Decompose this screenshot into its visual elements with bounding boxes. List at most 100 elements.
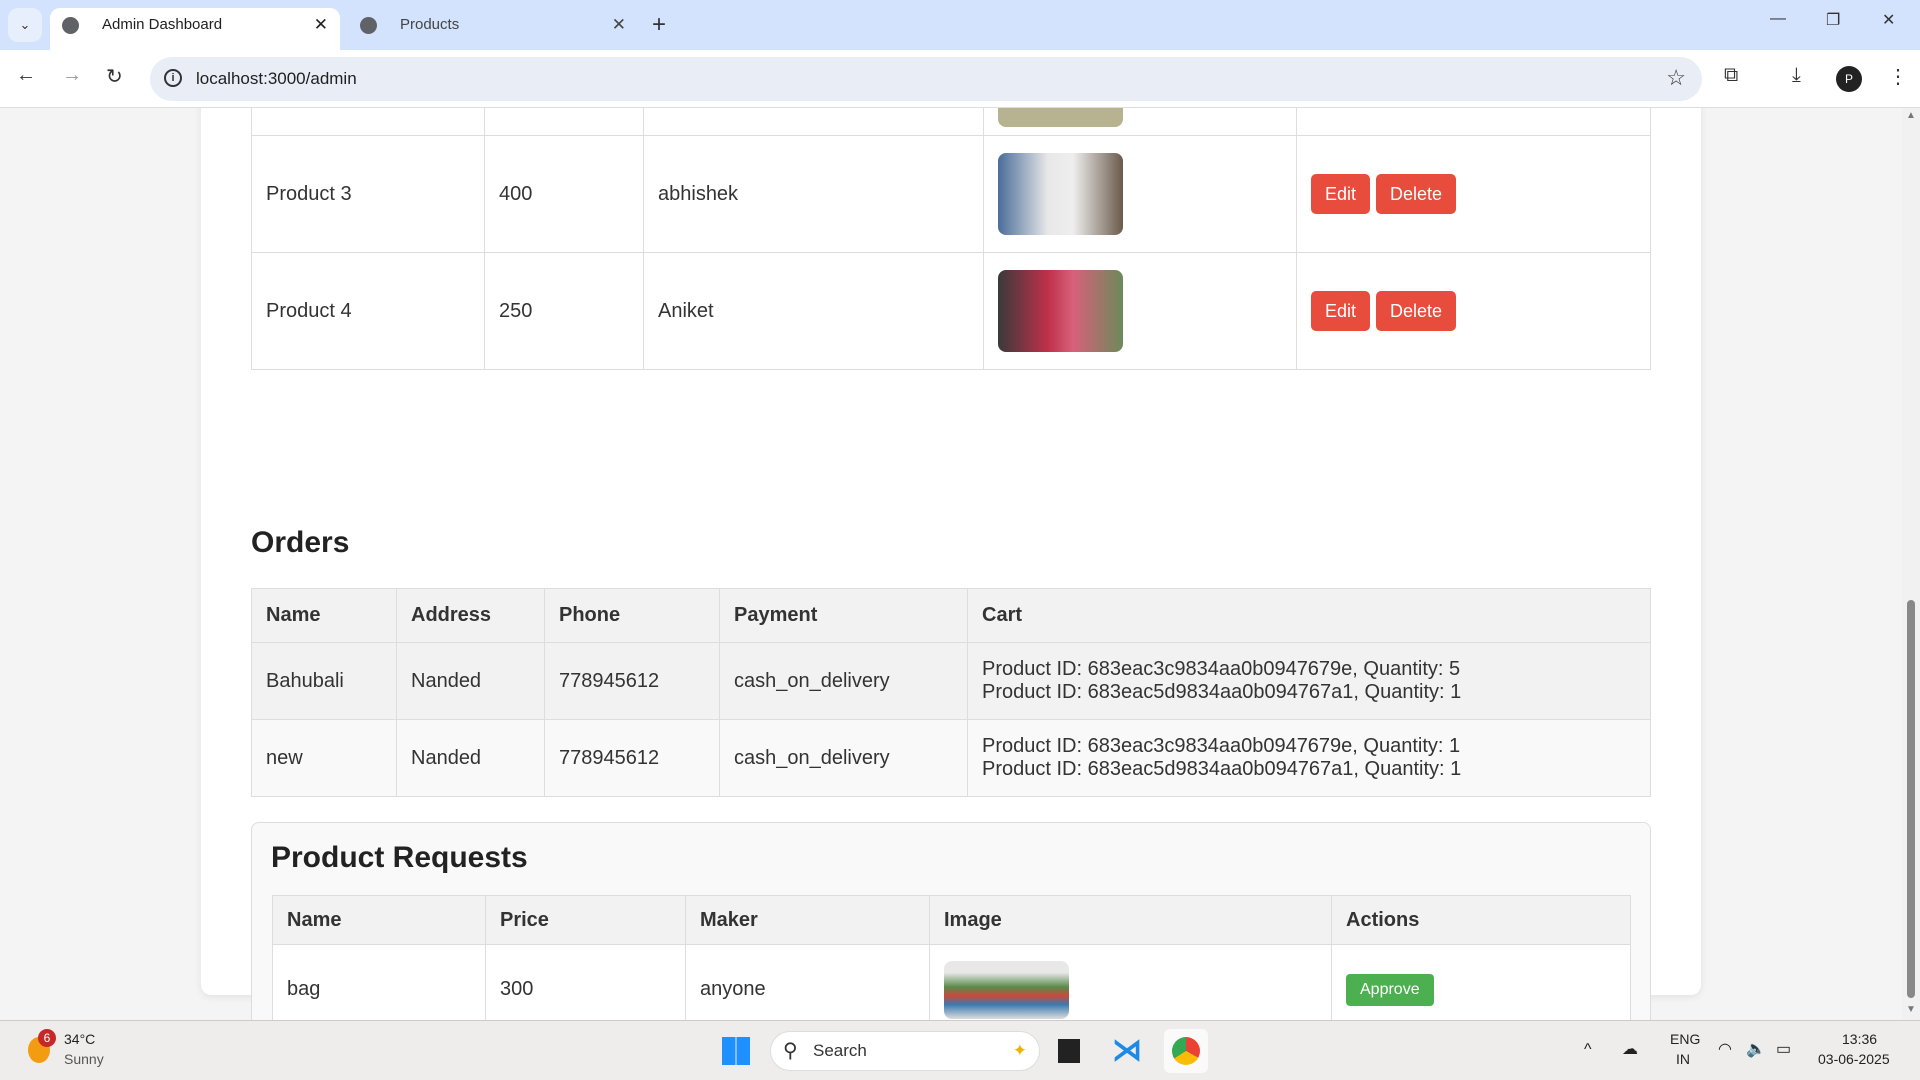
bookmark-star-icon[interactable]: ☆ (1666, 65, 1686, 91)
edit-button[interactable]: Edit (1311, 174, 1371, 214)
order-payment: cash_on_delivery (719, 719, 968, 797)
browser-toolbar: ← → ↻ i localhost:3000/admin ☆ ⧉ ⤓ P ⋮ (0, 50, 1920, 108)
cart-item: Product ID: 683eac5d9834aa0b094767a1, Qu… (982, 681, 1462, 703)
close-tab-icon[interactable]: ✕ (314, 8, 328, 42)
copilot-sparkle-icon: ✦ (1012, 1041, 1027, 1060)
approve-button[interactable]: Approve (1346, 973, 1434, 1006)
menu-icon[interactable]: ⋮ (1888, 64, 1908, 89)
request-maker: anyone (685, 944, 930, 1020)
order-phone: 778945612 (544, 719, 720, 797)
battery-icon[interactable]: ▭ (1776, 1039, 1791, 1059)
globe-icon (360, 17, 377, 34)
profile-avatar[interactable]: P (1836, 66, 1862, 92)
column-header: Cart (967, 588, 1651, 643)
request-image (944, 960, 1069, 1019)
order-name: new (251, 719, 397, 797)
tab-search-button[interactable]: ⌄ (8, 8, 42, 42)
table-row: bag 300 anyone Approve (272, 944, 1631, 1020)
delete-button[interactable]: Delete (1376, 291, 1457, 331)
product-image (998, 270, 1123, 352)
tab-admin-dashboard[interactable]: Admin Dashboard ✕ (50, 8, 340, 50)
column-header: Image (929, 895, 1332, 945)
column-header: Price (485, 895, 686, 945)
volume-icon[interactable]: 🔈 (1746, 1039, 1766, 1059)
onedrive-icon[interactable]: ☁ (1622, 1039, 1638, 1059)
site-info-icon[interactable]: i (164, 69, 182, 87)
product-image (998, 108, 1123, 127)
weather-temp[interactable]: 34°C (64, 1031, 95, 1047)
chrome-taskbar-button[interactable] (1164, 1029, 1208, 1073)
order-name: Bahubali (251, 642, 397, 720)
scrollbar-thumb[interactable] (1907, 600, 1915, 998)
order-address: Nanded (396, 642, 545, 720)
requests-table: Name Price Maker Image Actions bag 300 a… (272, 895, 1631, 1020)
download-icon[interactable]: ⤓ (1792, 64, 1801, 87)
table-header-row: Name Price Maker Image Actions (272, 895, 1631, 945)
scroll-up-icon[interactable]: ▲ (1906, 110, 1916, 121)
orders-heading: Orders (251, 526, 350, 559)
products-table: Product 3 400 abhishek Edit Delete Produc… (251, 108, 1651, 370)
region-indicator[interactable]: IN (1676, 1051, 1690, 1067)
tab-bar: ⌄ Admin Dashboard ✕ Products ✕ + — ❐ ✕ (0, 0, 1920, 50)
edit-button[interactable]: Edit (1311, 291, 1371, 331)
order-phone: 778945612 (544, 642, 720, 720)
vscode-icon[interactable]: ⋊ (1112, 1033, 1142, 1068)
column-header: Phone (544, 588, 720, 643)
language-indicator[interactable]: ENG (1670, 1031, 1700, 1047)
table-row: Product 3 400 abhishek Edit Delete (251, 135, 1651, 253)
back-button[interactable]: ← (16, 64, 36, 87)
product-requests-section: Product Requests Name Price Maker Image … (251, 822, 1651, 1020)
vertical-scrollbar[interactable]: ▲ ▼ (1902, 108, 1920, 1020)
reload-button[interactable]: ↻ (106, 64, 123, 89)
product-price: 250 (484, 252, 644, 370)
delete-button[interactable]: Delete (1376, 174, 1457, 214)
request-price: 300 (485, 944, 686, 1020)
taskbar: 6 34°C Sunny ⚲ Search ✦ ⋊ ^ ☁ ENG IN ◠ 🔈 ▭… (0, 1020, 1920, 1080)
table-row (251, 108, 1651, 136)
product-maker: abhishek (643, 135, 984, 253)
product-maker: Aniket (643, 252, 984, 370)
close-tab-icon[interactable]: ✕ (612, 8, 626, 42)
wifi-icon[interactable]: ◠ (1718, 1039, 1732, 1059)
admin-card: Product 3 400 abhishek Edit Delete Produc… (201, 108, 1701, 1020)
url-text[interactable]: localhost:3000/admin (196, 69, 357, 89)
table-row: Product 4 250 Aniket Edit Delete (251, 252, 1651, 370)
column-header: Actions (1331, 895, 1631, 945)
windows-start-icon[interactable] (722, 1037, 750, 1065)
cart-item: Product ID: 683eac3c9834aa0b0947679e, Qu… (982, 735, 1461, 757)
chrome-icon (1172, 1037, 1200, 1065)
address-bar[interactable]: i localhost:3000/admin ☆ (150, 57, 1702, 101)
order-cart: Product ID: 683eac3c9834aa0b0947679e, Qu… (967, 642, 1651, 720)
weather-text[interactable]: Sunny (64, 1051, 104, 1067)
order-payment: cash_on_delivery (719, 642, 968, 720)
show-hidden-icons[interactable]: ^ (1584, 1041, 1592, 1059)
order-address: Nanded (396, 719, 545, 797)
close-window-button[interactable]: ✕ (1882, 10, 1895, 30)
product-requests-heading: Product Requests (271, 841, 528, 874)
product-image (998, 153, 1123, 235)
tab-products[interactable]: Products ✕ (348, 8, 638, 50)
clock-date[interactable]: 03-06-2025 (1818, 1051, 1890, 1067)
forward-button[interactable]: → (62, 64, 82, 87)
taskbar-search[interactable]: ⚲ Search ✦ (770, 1031, 1040, 1071)
column-header: Payment (719, 588, 968, 643)
extensions-icon[interactable]: ⧉ (1724, 64, 1738, 87)
globe-icon (62, 17, 79, 34)
page-viewport: Product 3 400 abhishek Edit Delete Produc… (0, 108, 1902, 1020)
product-name: Product 3 (251, 135, 485, 253)
search-placeholder: Search (813, 1041, 867, 1060)
column-header: Name (251, 588, 397, 643)
cart-item: Product ID: 683eac5d9834aa0b094767a1, Qu… (982, 758, 1462, 780)
new-tab-button[interactable]: + (652, 8, 666, 42)
clock-time[interactable]: 13:36 (1842, 1031, 1877, 1047)
restore-button[interactable]: ❐ (1826, 10, 1840, 30)
column-header: Maker (685, 895, 930, 945)
column-header: Name (272, 895, 486, 945)
cart-item: Product ID: 683eac3c9834aa0b0947679e, Qu… (982, 658, 1461, 680)
orders-table: Name Address Phone Payment Cart Bahubali… (251, 588, 1651, 797)
order-cart: Product ID: 683eac3c9834aa0b0947679e, Qu… (967, 719, 1651, 797)
scroll-down-icon[interactable]: ▼ (1906, 1004, 1916, 1015)
minimize-button[interactable]: — (1770, 10, 1786, 28)
product-price: 400 (484, 135, 644, 253)
task-view-icon[interactable] (1058, 1039, 1080, 1063)
